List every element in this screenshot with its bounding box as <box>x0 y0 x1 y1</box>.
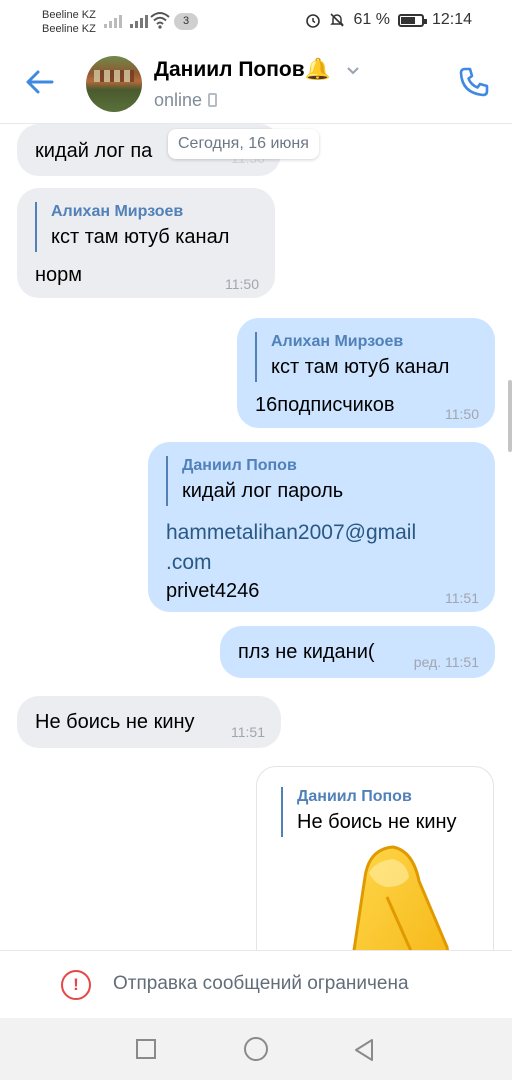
message-bubble[interactable]: Алихан Мирзоев кст там ютуб канал 16подп… <box>237 318 495 428</box>
message-bubble[interactable]: Даниил Попов кидай лог пароль hammetalih… <box>148 442 495 612</box>
message-time: 11:51 <box>445 590 479 606</box>
chevron-down-icon[interactable] <box>346 66 360 76</box>
reply-author: Даниил Попов <box>182 457 297 474</box>
carrier-1: Beeline KZ <box>42 9 96 21</box>
mobile-device-icon <box>208 93 218 107</box>
messaging-restricted-bar: ! Отправка сообщений ограничена <box>0 950 512 1018</box>
message-edited-time: ред. 11:51 <box>413 654 479 670</box>
notification-count-badge: 3 <box>174 13 198 30</box>
message-bubble[interactable]: Не боись не кину 11:51 <box>17 696 281 748</box>
reply-author: Даниил Попов <box>297 788 412 805</box>
status-right: 61 % 12:14 <box>305 11 472 29</box>
home-icon[interactable] <box>244 1037 268 1061</box>
status-bar: Beeline KZ Beeline KZ 3 61 % 12:14 <box>0 0 512 44</box>
signal-1-icon <box>104 12 122 28</box>
wifi-icon <box>150 12 170 29</box>
date-separator: Сегодня, 16 июня <box>168 129 319 159</box>
message-bubble[interactable]: Алихан Мирзоев кст там ютуб канал норм 1… <box>17 188 275 298</box>
message-text: privet4246 <box>166 580 260 602</box>
mute-icon <box>330 13 345 27</box>
bell-icon: 🔔 <box>304 58 331 81</box>
reply-author: Алихан Мирзоев <box>51 203 184 220</box>
reply-text: Не боись не кину <box>297 811 457 833</box>
email-link-continuation[interactable]: .com <box>166 548 212 578</box>
reply-author: Алихан Мирзоев <box>271 333 404 350</box>
email-link[interactable]: hammetalihan2007@gmail <box>166 518 416 548</box>
contact-name: Даниил Попов <box>154 58 305 81</box>
warning-icon: ! <box>61 970 91 1000</box>
message-time: 11:50 <box>225 276 259 292</box>
restricted-label: Отправка сообщений ограничена <box>113 973 409 994</box>
avatar[interactable] <box>86 56 142 112</box>
carrier-2: Beeline KZ <box>42 23 96 35</box>
message-text: Не боись не кину <box>35 711 195 733</box>
signal-2-icon <box>130 12 148 28</box>
message-text: кидай лог па <box>35 140 153 162</box>
reply-quote[interactable]: Алихан Мирзоев кст там ютуб канал <box>35 202 229 252</box>
clock: 12:14 <box>431 11 472 28</box>
reply-quote[interactable]: Даниил Попов кидай лог пароль <box>166 456 343 506</box>
phone-call-icon[interactable] <box>456 64 492 100</box>
battery-icon <box>397 13 427 27</box>
chat-title[interactable]: Даниил Попов🔔 <box>154 58 331 82</box>
message-list[interactable]: кидай лог па 11:50 Сегодня, 16 июня Алих… <box>0 124 512 950</box>
ok-hand-sticker-icon[interactable] <box>257 837 494 950</box>
carrier-labels: Beeline KZ Beeline KZ <box>42 8 96 36</box>
status-text: online <box>154 90 203 110</box>
message-text: 16подписчиков <box>255 394 395 416</box>
chat-header: Даниил Попов🔔 online <box>0 44 512 124</box>
message-time: 11:51 <box>231 724 265 740</box>
reply-text: кст там ютуб канал <box>51 226 230 248</box>
system-nav-bar <box>0 1018 512 1080</box>
battery-percent: 61 % <box>353 11 390 28</box>
reply-quote[interactable]: Даниил Попов Не боись не кину <box>281 787 457 837</box>
alarm-icon <box>306 14 321 28</box>
recent-apps-icon[interactable] <box>136 1039 156 1059</box>
online-status: online <box>154 90 218 111</box>
message-text: норм <box>35 264 83 286</box>
sticker-message[interactable]: Даниил Попов Не боись не кину <box>256 766 494 950</box>
reply-quote[interactable]: Алихан Мирзоев кст там ютуб канал <box>255 332 449 382</box>
reply-text: кидай лог пароль <box>182 480 344 502</box>
reply-text: кст там ютуб канал <box>271 356 450 378</box>
message-time: 11:50 <box>445 406 479 422</box>
message-text: плз не кидани( <box>238 641 375 663</box>
back-arrow-icon[interactable] <box>22 64 58 100</box>
scrollbar[interactable] <box>508 380 512 452</box>
message-bubble[interactable]: плз не кидани( ред. 11:51 <box>220 626 495 678</box>
nav-back-icon[interactable] <box>352 1037 376 1063</box>
